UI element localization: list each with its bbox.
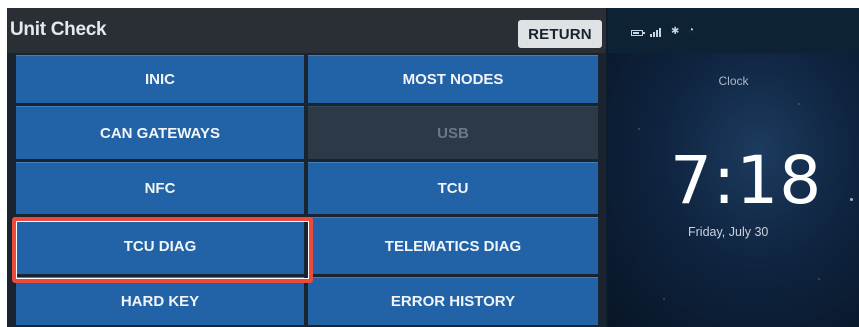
usb-button: USB xyxy=(308,106,598,159)
telematics-diag-button[interactable]: TELEMATICS DIAG xyxy=(308,217,598,274)
page-title: Unit Check xyxy=(10,19,107,40)
nfc-button[interactable]: NFC xyxy=(16,162,304,214)
status-bar: ✱ ◔ xyxy=(608,8,859,53)
signal-icon xyxy=(650,27,662,37)
clock-panel: ✱ ◔ Clock 7:18 Friday, July 30 xyxy=(608,8,859,327)
background-star xyxy=(638,128,640,130)
bluetooth-icon: ✱ xyxy=(671,26,680,37)
return-button[interactable]: RETURN xyxy=(518,20,602,48)
header-bar: Unit Check RETURN xyxy=(7,8,606,53)
wifi-icon: ◔ xyxy=(688,25,695,36)
head-unit-screen: Unit Check RETURN INIC MOST NODES CAN GA… xyxy=(7,8,859,327)
most-nodes-button[interactable]: MOST NODES xyxy=(308,55,598,103)
hard-key-button[interactable]: HARD KEY xyxy=(16,277,304,325)
clock-date: Friday, July 30 xyxy=(688,225,769,239)
inic-button[interactable]: INIC xyxy=(16,55,304,103)
tcu-button[interactable]: TCU xyxy=(308,162,598,214)
tcu-diag-button[interactable]: TCU DIAG xyxy=(16,217,304,274)
can-gateways-button[interactable]: CAN GATEWAYS xyxy=(16,106,304,159)
clock-label: Clock xyxy=(718,74,749,88)
error-history-button[interactable]: ERROR HISTORY xyxy=(308,277,598,325)
background-star xyxy=(798,103,800,105)
background-star xyxy=(818,278,820,280)
battery-icon xyxy=(631,30,645,36)
unit-check-panel: Unit Check RETURN INIC MOST NODES CAN GA… xyxy=(7,8,606,327)
clock-time: 7:18 xyxy=(670,142,823,219)
page-indicator-dot xyxy=(850,198,853,201)
background-star xyxy=(663,298,665,300)
